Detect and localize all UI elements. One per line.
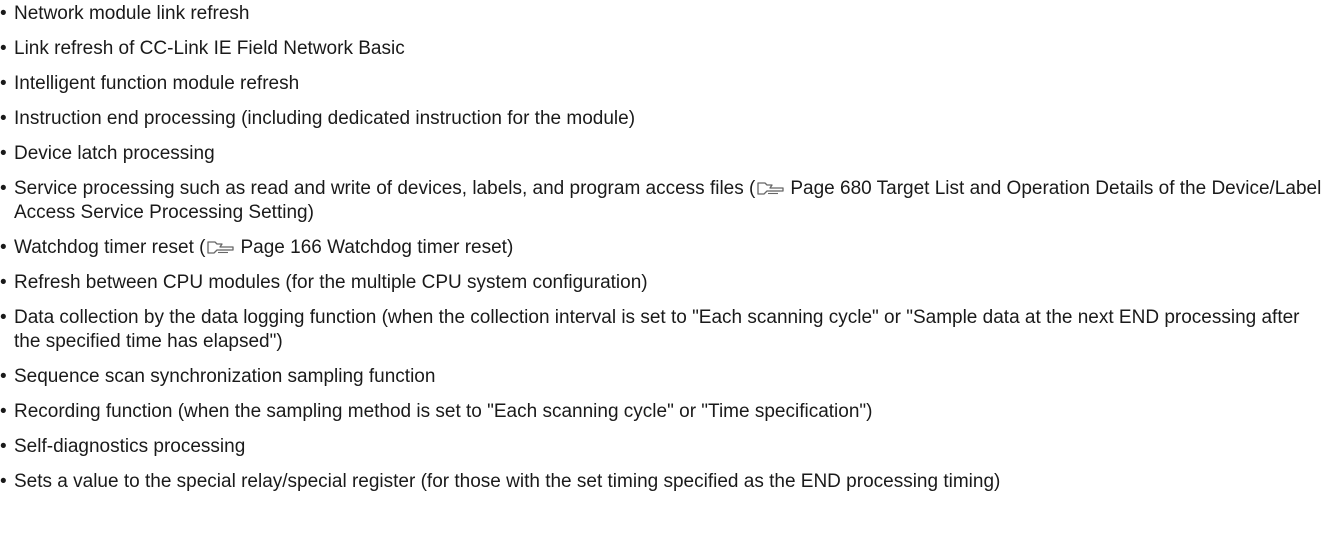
bullet: • (0, 143, 7, 164)
bullet: • (0, 436, 7, 457)
list-item: • Intelligent function module refresh (0, 72, 1324, 96)
bullet: • (0, 237, 7, 258)
bullet: • (0, 307, 7, 328)
list-item: • Refresh between CPU modules (for the mu… (0, 271, 1324, 295)
bullet: • (0, 73, 7, 94)
processing-list: • Network module link refresh • Link refre… (0, 0, 1332, 494)
list-item: • Data collection by the data logging fun… (0, 306, 1324, 354)
list-item: • Instruction end processing (including d… (0, 107, 1324, 131)
list-item: • Self-diagnostics processing (0, 435, 1324, 459)
bullet: • (0, 272, 7, 293)
bullet: • (0, 38, 7, 59)
item-text: Refresh between CPU modules (for the mul… (14, 272, 648, 293)
list-item: • Device latch processing (0, 142, 1324, 166)
item-text: Recording function (when the sampling me… (14, 401, 873, 422)
item-text: Link refresh of CC-Link IE Field Network… (14, 38, 405, 59)
bullet: • (0, 3, 7, 24)
item-text: Network module link refresh (14, 3, 250, 24)
pointing-hand-icon (757, 182, 785, 195)
list-item: • Service processing such as read and wri… (0, 177, 1324, 225)
item-text: Device latch processing (14, 143, 215, 164)
bullet: • (0, 178, 7, 199)
list-item: • Sets a value to the special relay/speci… (0, 470, 1324, 494)
list-item: • Watchdog timer reset ( Page 166 Watchdog… (0, 236, 1324, 260)
bullet: • (0, 471, 7, 492)
list-item: • Link refresh of CC-Link IE Field Networ… (0, 37, 1324, 61)
bullet: • (0, 366, 7, 387)
item-text: Sequence scan synchronization sampling f… (14, 366, 436, 387)
list-item: • Network module link refresh (0, 2, 1324, 26)
list-item: • Recording function (when the sampling m… (0, 400, 1324, 424)
bullet: • (0, 401, 7, 422)
pointing-hand-icon (207, 241, 235, 254)
item-text: Intelligent function module refresh (14, 73, 300, 94)
item-text: Self-diagnostics processing (14, 436, 246, 457)
item-text: Data collection by the data logging func… (14, 307, 1300, 352)
item-text: Sets a value to the special relay/specia… (14, 471, 1001, 492)
item-text: Service processing such as read and writ… (14, 178, 756, 199)
item-text: Instruction end processing (including de… (14, 108, 636, 129)
item-text: Watchdog timer reset ( (14, 237, 206, 258)
list-item: • Sequence scan synchronization sampling … (0, 365, 1324, 389)
page-reference-link[interactable]: Page 166 Watchdog timer reset) (240, 237, 513, 258)
bullet: • (0, 108, 7, 129)
